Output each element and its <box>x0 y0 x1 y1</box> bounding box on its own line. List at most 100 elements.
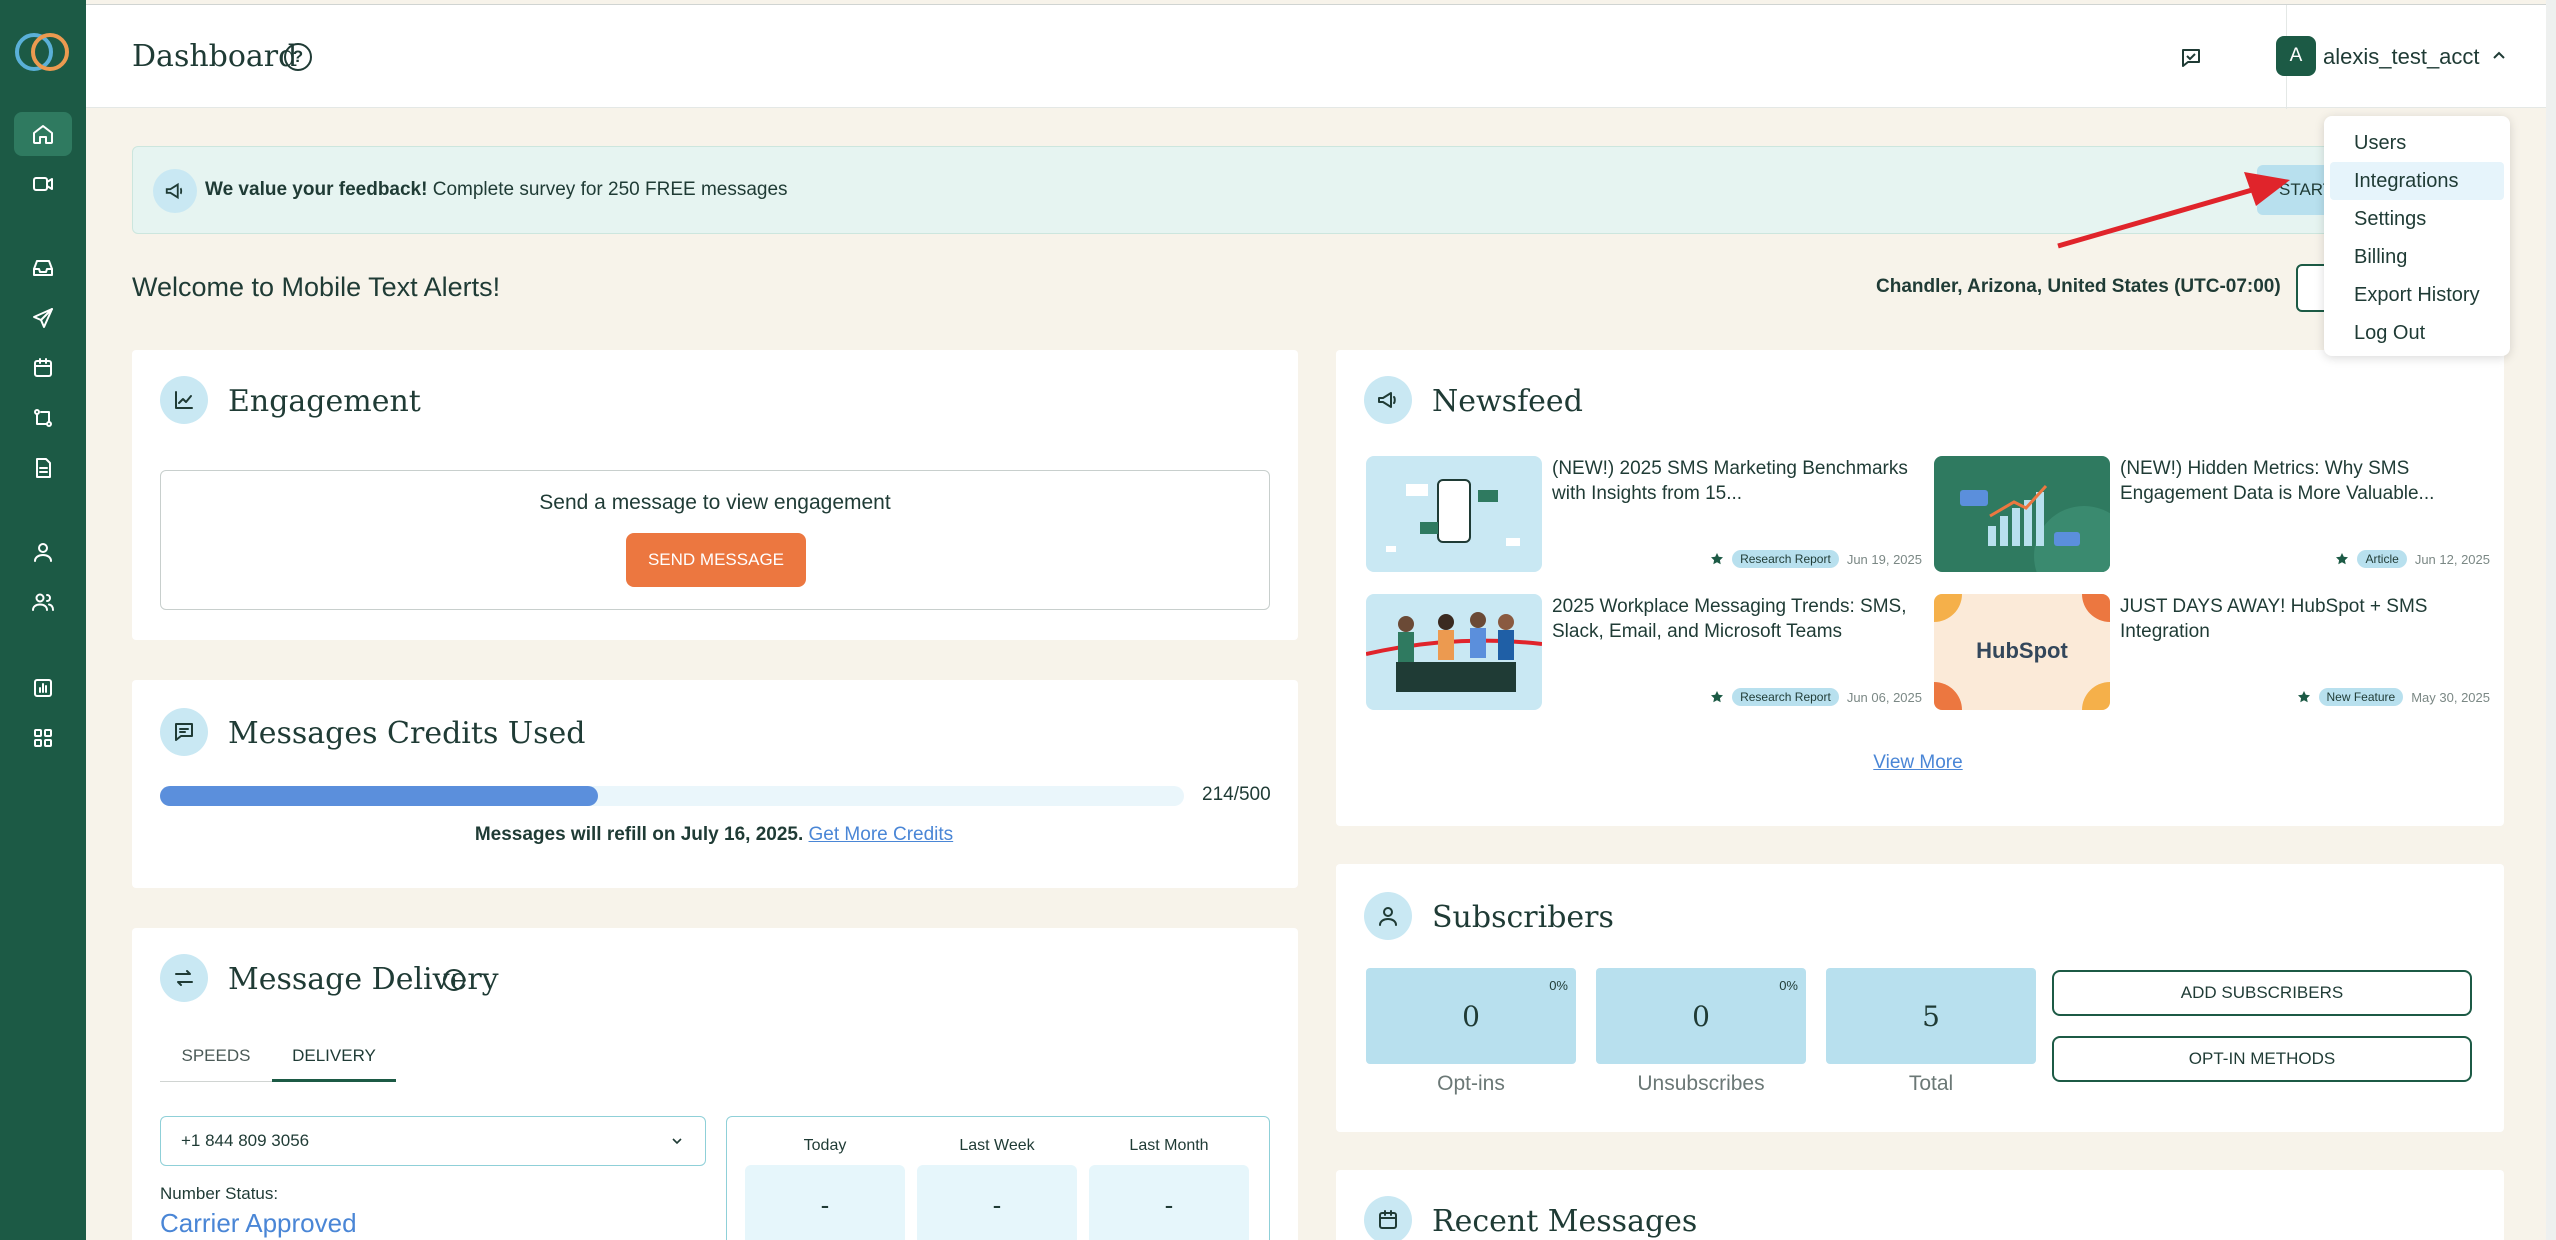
timezone-label: Chandler, Arizona, United States (UTC-07… <box>1876 276 2281 297</box>
newsfeed-card: Newsfeed (NEW!) 2025 SMS Marketing Bench… <box>1336 350 2504 826</box>
news-thumbnail[interactable] <box>1366 456 1542 572</box>
subscribers-title: Subscribers <box>1432 900 1614 935</box>
megaphone-icon <box>1364 376 1412 424</box>
credits-card: Messages Credits Used 214/500 Messages w… <box>132 680 1298 888</box>
news-date: May 30, 2025 <box>2411 689 2490 705</box>
unsubscribes-tile: 0% 0 <box>1596 968 1806 1064</box>
sidebar-document-icon[interactable] <box>14 446 72 490</box>
sidebar-video-icon[interactable] <box>14 162 72 206</box>
sidebar-send-icon[interactable] <box>14 296 72 340</box>
sidebar <box>0 0 86 1240</box>
news-meta: New Feature May 30, 2025 <box>2297 688 2490 706</box>
news-title[interactable]: (NEW!) 2025 SMS Marketing Benchmarks wit… <box>1552 456 1912 506</box>
delivery-card: Message Delivery SPEEDS DELIVERY +1 844 … <box>132 928 1298 1240</box>
engagement-message: Send a message to view engagement <box>539 491 891 514</box>
top-header: Dashboard ? <box>86 4 2556 109</box>
menu-item-integrations[interactable]: Integrations <box>2330 162 2504 200</box>
newsfeed-title: Newsfeed <box>1432 384 1583 419</box>
tab-speeds[interactable]: SPEEDS <box>160 1042 272 1082</box>
menu-item-billing[interactable]: Billing <box>2330 238 2504 276</box>
chevron-down-icon <box>672 1138 682 1145</box>
news-tag: Research Report <box>1732 688 1839 706</box>
sidebar-home-icon[interactable] <box>14 112 72 156</box>
recent-messages-card: Recent Messages <box>1336 1170 2504 1240</box>
news-title[interactable]: JUST DAYS AWAY! HubSpot + SMS Integratio… <box>2120 594 2480 644</box>
news-item[interactable]: 2025 Workplace Messaging Trends: SMS, Sl… <box>1366 594 1922 714</box>
help-icon[interactable]: ? <box>284 43 312 71</box>
menu-item-export-history[interactable]: Export History <box>2330 276 2504 314</box>
news-item[interactable]: (NEW!) Hidden Metrics: Why SMS Engagemen… <box>1934 456 2490 576</box>
sidebar-workflow-icon[interactable] <box>14 396 72 440</box>
number-status-value: Carrier Approved <box>160 1208 357 1238</box>
calendar-icon <box>1364 1196 1412 1240</box>
hubspot-logo: HubSpot <box>1976 638 2068 663</box>
sidebar-inbox-icon[interactable] <box>14 246 72 290</box>
optins-label: Opt-ins <box>1437 1072 1505 1095</box>
feedback-chat-icon[interactable] <box>2180 47 2202 69</box>
subscribers-card: Subscribers 0% 0 Opt-ins 0% 0 Unsubscrib… <box>1336 864 2504 1132</box>
page-title: Dashboard <box>132 39 298 74</box>
optin-methods-button[interactable]: OPT-IN METHODS <box>2052 1036 2472 1082</box>
news-item[interactable]: HubSpot JUST DAYS AWAY! HubSpot + SMS In… <box>1934 594 2490 714</box>
engagement-empty-state: Send a message to view engagement SEND M… <box>160 470 1270 610</box>
message-icon <box>160 708 208 756</box>
user-dropdown-menu: Users Integrations Settings Billing Expo… <box>2324 116 2510 356</box>
sidebar-user-icon[interactable] <box>14 530 72 574</box>
trend-chart-icon <box>160 376 208 424</box>
menu-item-users[interactable]: Users <box>2330 124 2504 162</box>
number-status-label: Number Status: <box>160 1184 279 1203</box>
add-subscribers-button[interactable]: ADD SUBSCRIBERS <box>2052 970 2472 1016</box>
credits-progress-fill <box>160 786 599 806</box>
news-date: Jun 19, 2025 <box>1846 551 1922 567</box>
news-tag: Article <box>2357 550 2407 568</box>
user-icon <box>1364 892 1412 940</box>
news-tag: New Feature <box>2318 688 2404 706</box>
feedback-banner: We value your feedback! Complete survey … <box>132 146 2347 234</box>
get-more-credits-link[interactable]: Get More Credits <box>809 824 954 845</box>
total-tile: 5 <box>1826 968 2036 1064</box>
banner-text: We value your feedback! Complete survey … <box>205 179 788 200</box>
unsubscribes-label: Unsubscribes <box>1637 1072 1765 1095</box>
swap-arrows-icon <box>160 954 208 1002</box>
news-thumbnail[interactable]: HubSpot <box>1934 594 2110 710</box>
news-date: Jun 06, 2025 <box>1846 689 1922 705</box>
sidebar-reports-icon[interactable] <box>14 666 72 710</box>
news-thumbnail[interactable] <box>1366 594 1542 710</box>
credits-progress-bar <box>160 786 1184 806</box>
star-icon[interactable] <box>2297 690 2311 704</box>
refill-text: Messages will refill on July 16, 2025. G… <box>474 824 954 845</box>
tab-delivery[interactable]: DELIVERY <box>272 1042 396 1082</box>
news-tag: Research Report <box>1732 550 1839 568</box>
news-date: Jun 12, 2025 <box>2414 551 2490 567</box>
credits-title: Messages Credits Used <box>228 716 586 751</box>
megaphone-icon <box>153 169 197 213</box>
menu-item-log-out[interactable]: Log Out <box>2330 314 2504 352</box>
sidebar-calendar-icon[interactable] <box>14 346 72 390</box>
page-scrollbar[interactable] <box>2546 0 2556 1240</box>
info-icon[interactable] <box>442 968 466 992</box>
news-meta: Article Jun 12, 2025 <box>2335 550 2490 568</box>
view-more-link[interactable]: View More <box>1336 752 2500 774</box>
news-title[interactable]: (NEW!) Hidden Metrics: Why SMS Engagemen… <box>2120 456 2480 506</box>
news-item[interactable]: (NEW!) 2025 SMS Marketing Benchmarks wit… <box>1366 456 1922 576</box>
phone-number-select[interactable]: +1 844 809 3056 <box>160 1116 706 1166</box>
news-title[interactable]: 2025 Workplace Messaging Trends: SMS, Sl… <box>1552 594 1912 644</box>
star-icon[interactable] <box>1710 690 1724 704</box>
star-icon[interactable] <box>2335 552 2349 566</box>
welcome-heading: Welcome to Mobile Text Alerts! <box>132 272 501 302</box>
news-thumbnail[interactable] <box>1934 456 2110 572</box>
recent-messages-title: Recent Messages <box>1432 1204 1698 1239</box>
sidebar-apps-icon[interactable] <box>14 716 72 760</box>
menu-item-settings[interactable]: Settings <box>2330 200 2504 238</box>
engagement-card: Engagement Send a message to view engage… <box>132 350 1298 640</box>
delivery-stats: Today - Last Week - Last Month - <box>726 1116 1270 1240</box>
news-meta: Research Report Jun 06, 2025 <box>1710 688 1922 706</box>
logo-icon[interactable] <box>12 30 72 74</box>
news-meta: Research Report Jun 19, 2025 <box>1710 550 1922 568</box>
optins-tile: 0% 0 <box>1366 968 1576 1064</box>
total-label: Total <box>1908 1072 1954 1095</box>
engagement-title: Engagement <box>228 384 421 419</box>
sidebar-users-icon[interactable] <box>14 580 72 624</box>
send-message-button[interactable]: SEND MESSAGE <box>626 533 806 587</box>
star-icon[interactable] <box>1710 552 1724 566</box>
